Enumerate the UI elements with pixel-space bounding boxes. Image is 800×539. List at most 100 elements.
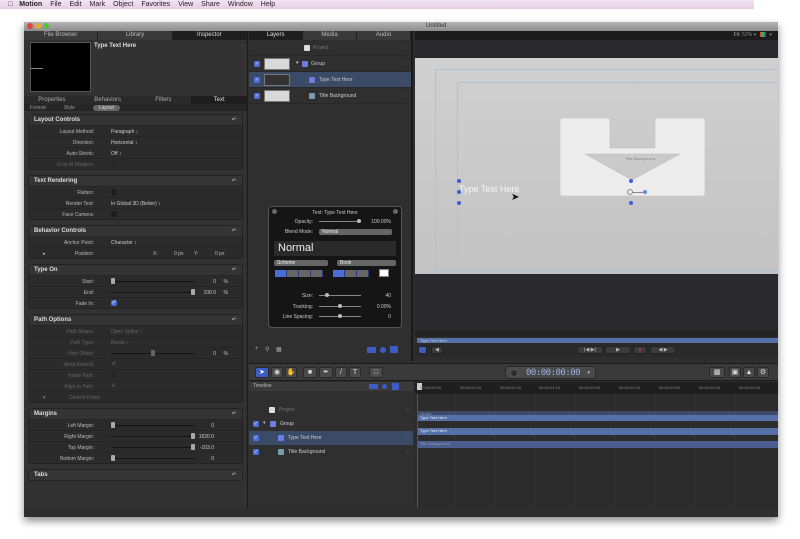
track-group-child[interactable]: Type Text Here [418, 415, 778, 421]
menu-edit[interactable]: Edit [69, 0, 81, 9]
rotation-handle[interactable] [643, 190, 647, 194]
step-frame-button[interactable]: ◀ ▶ [650, 346, 676, 354]
opacity-slider[interactable] [319, 219, 361, 223]
slider-knob[interactable] [338, 314, 342, 318]
slider-knob[interactable] [191, 289, 195, 295]
path-offset-value[interactable]: 0 [213, 351, 216, 357]
timeline-toggle-button[interactable] [418, 346, 427, 354]
close-button[interactable] [27, 23, 33, 29]
transform-handle[interactable] [629, 201, 633, 205]
audio-button[interactable]: ◀ [431, 346, 443, 354]
inside-path-checkbox[interactable] [111, 372, 117, 378]
layer-checkbox[interactable]: ✓ [253, 421, 259, 427]
render-text-popup[interactable]: In Global 3D (Better) ↕ [111, 201, 161, 207]
display-mode-icon[interactable] [369, 384, 378, 389]
menu-motion[interactable]: Motion [19, 0, 42, 9]
menu-window[interactable]: Window [228, 0, 253, 9]
layer-checkbox[interactable]: ✓ [254, 61, 260, 67]
reset-icon[interactable]: ↶ [232, 409, 236, 419]
layer-checkbox[interactable]: ✓ [253, 435, 259, 441]
chevron-down-icon[interactable]: ▾ [587, 370, 590, 376]
mask-tool-button[interactable]: □ [369, 367, 383, 378]
top-margin-value[interactable]: -103.0 [200, 445, 214, 451]
face-camera-checkbox[interactable] [111, 211, 117, 217]
right-margin-slider[interactable] [111, 433, 195, 439]
menu-file[interactable]: File [50, 0, 61, 9]
path-shape-popup[interactable]: Open Spline ↕ [111, 329, 142, 335]
flatten-checkbox[interactable] [111, 189, 117, 195]
add-icon[interactable]: + [255, 346, 259, 352]
timeline-layer-type-text[interactable]: ✓ Type Text Here ◌ [249, 431, 413, 445]
auto-shrink-popup[interactable]: Off ↕ [111, 151, 121, 157]
reset-icon[interactable]: ↶ [232, 226, 236, 236]
align-top-button[interactable] [333, 270, 345, 277]
slider-knob[interactable] [111, 455, 115, 461]
lock-icon[interactable]: ◌ [404, 77, 407, 83]
slider-knob[interactable] [325, 293, 329, 297]
justify-button[interactable] [311, 270, 323, 277]
crop-checkbox[interactable] [111, 161, 117, 167]
opacity-value[interactable]: 100.00% [371, 219, 391, 225]
slider-knob[interactable] [191, 433, 195, 439]
mask-icon[interactable] [382, 384, 387, 389]
wrap-around-checkbox[interactable]: ✓ [111, 361, 117, 367]
lock-icon[interactable]: ◌ [404, 61, 407, 67]
color-channels-icon[interactable] [760, 32, 767, 38]
reset-icon[interactable]: ↶ [232, 265, 236, 275]
timeline-layer-group[interactable]: ✓ ▾ Group ◌ [249, 417, 413, 431]
menu-mark[interactable]: Mark [90, 0, 106, 9]
timeline-layer-project[interactable]: Project ◌ [249, 403, 413, 417]
paint-stroke-tool-button[interactable]: / [335, 367, 347, 378]
slider-knob[interactable] [111, 422, 115, 428]
align-middle-button[interactable] [345, 270, 357, 277]
align-to-path-checkbox[interactable]: ✓ [111, 383, 117, 389]
menu-object[interactable]: Object [113, 0, 133, 9]
font-collection-popup[interactable]: Scheme [274, 260, 328, 266]
start-value[interactable]: 0 [213, 279, 216, 285]
tab-properties[interactable]: Properties [24, 96, 80, 104]
right-margin-value[interactable]: 1520.0 [199, 434, 214, 440]
segment-style[interactable]: Style [64, 105, 75, 111]
slider-knob[interactable] [338, 304, 342, 308]
bezier-tool-button[interactable]: ✒ [319, 367, 333, 378]
grid-icon[interactable]: ▦ [276, 346, 282, 353]
segment-format[interactable]: Format [30, 105, 46, 111]
text-tool-button[interactable]: T [349, 367, 361, 378]
path-offset-slider[interactable] [111, 350, 195, 356]
slider-knob[interactable] [357, 219, 361, 223]
disclosure-triangle-icon[interactable]: ▸ [43, 251, 46, 257]
record-button[interactable]: ● [633, 346, 647, 354]
tab-library[interactable]: Library [98, 31, 173, 40]
tab-filters[interactable]: Filters [136, 96, 192, 104]
fade-in-checkbox[interactable]: ✓ [111, 300, 117, 306]
line-spacing-value[interactable]: 0 [388, 314, 391, 320]
size-slider[interactable] [319, 293, 361, 297]
line-spacing-slider[interactable] [319, 314, 361, 318]
size-value[interactable]: 40 [385, 293, 391, 299]
lock-icon[interactable]: ◌ [406, 449, 409, 455]
reset-icon[interactable]: ↶ [232, 115, 236, 125]
layer-type-text[interactable]: ✓ Type Text Here ◌ [249, 72, 411, 88]
hud-button[interactable]: ▩ [709, 367, 725, 378]
slider-knob[interactable] [191, 444, 195, 450]
tab-inspector[interactable]: Inspector [172, 31, 247, 40]
layer-checkbox[interactable]: ✓ [254, 77, 260, 83]
tracking-value[interactable]: 0.00% [377, 304, 391, 310]
menu-help[interactable]: Help [261, 0, 275, 9]
mask-icon[interactable] [380, 347, 386, 353]
bottom-margin-slider[interactable] [111, 455, 195, 461]
timeline-ruler[interactable]: 00:00:00:00 00:00:00:15 00:00:01:00 00:0… [415, 382, 778, 394]
text-color-well[interactable] [379, 269, 389, 277]
display-mode-icon[interactable] [367, 347, 376, 353]
align-left-button[interactable] [275, 270, 287, 277]
align-center-button[interactable] [287, 270, 299, 277]
bottom-margin-value[interactable]: 0 [211, 456, 214, 462]
align-right-button[interactable] [299, 270, 311, 277]
layer-title-background[interactable]: ✓ Title Background ◌ [249, 88, 411, 104]
direction-popup[interactable]: Horizontal ↕ [111, 140, 137, 146]
slider-knob[interactable] [111, 278, 115, 284]
position-x-field[interactable]: 0 px [174, 251, 183, 257]
go-to-start-button[interactable]: |◀ ▶| [577, 346, 603, 354]
disclosure-triangle-icon[interactable]: ▾ [296, 60, 299, 66]
left-margin-slider[interactable] [111, 422, 195, 428]
